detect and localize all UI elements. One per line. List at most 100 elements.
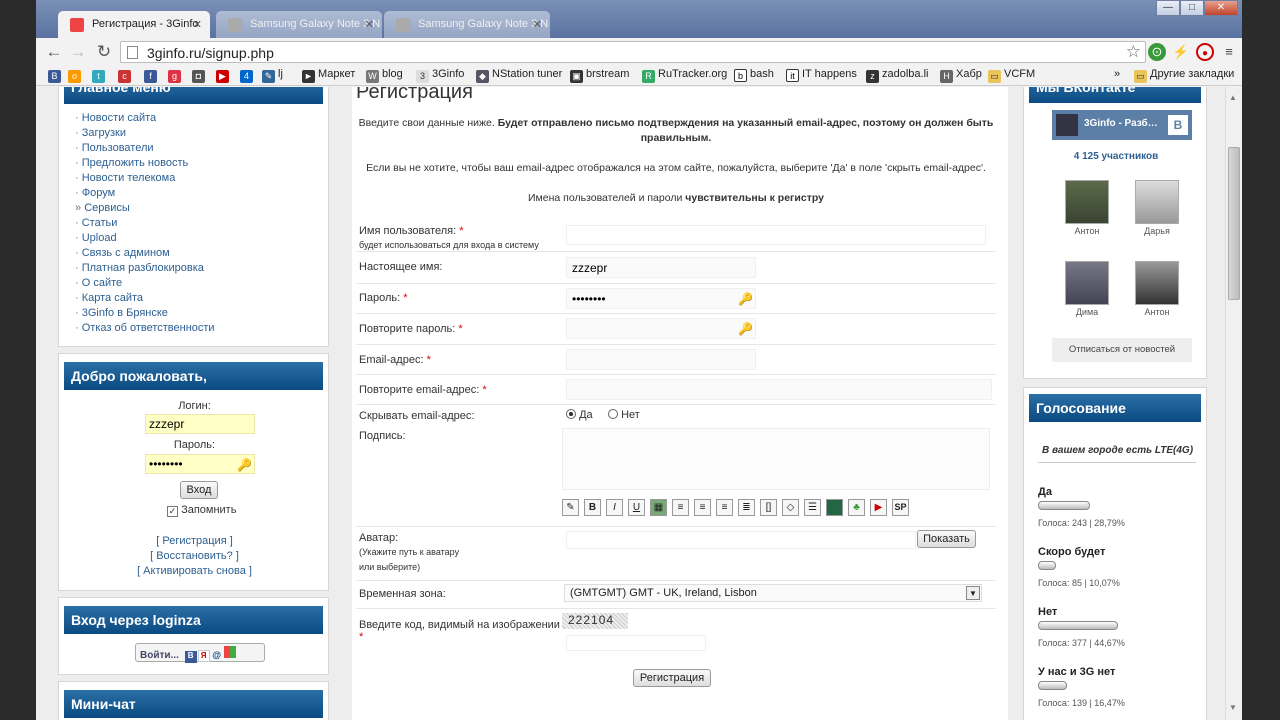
justify-icon[interactable]: ≣ xyxy=(738,499,755,516)
tab-samsung-2[interactable]: Samsung Galaxy Note 3 N ✕ xyxy=(384,11,550,38)
unsubscribe-button[interactable]: Отписаться от новостей xyxy=(1052,338,1192,362)
avatar[interactable] xyxy=(1135,180,1179,224)
bookmark-icon-youtube[interactable]: ▶ xyxy=(216,68,232,83)
signature-textarea[interactable] xyxy=(562,428,990,490)
align-right-icon[interactable]: ≡ xyxy=(716,499,733,516)
bookmark-icon-facebook[interactable]: f xyxy=(144,68,160,83)
password-input[interactable]: •••••••• 🔑 xyxy=(566,288,756,309)
menu-item[interactable]: » Сервисы xyxy=(75,201,215,216)
scrollbar-thumb[interactable] xyxy=(1228,147,1240,300)
close-icon[interactable]: ✕ xyxy=(193,18,202,31)
activate-link[interactable]: [ Активировать снова ] xyxy=(59,565,330,577)
username-input[interactable] xyxy=(566,225,986,245)
bookmarks-overflow[interactable]: » xyxy=(1114,68,1120,80)
menu-item[interactable]: · Пользователи xyxy=(75,141,215,156)
timezone-select[interactable]: (GMTGMT) GMT - UK, Ireland, Lisbon ▼ xyxy=(564,584,982,602)
bookmark-icon-b[interactable]: B xyxy=(48,68,64,83)
scroll-down-icon[interactable]: ▼ xyxy=(1229,703,1237,712)
member-name[interactable]: Антон xyxy=(1057,226,1117,236)
code-icon[interactable]: [] xyxy=(760,499,777,516)
menu-item[interactable]: · Связь с админом xyxy=(75,246,215,261)
bookmark-rutracker[interactable]: R RuTracker.org xyxy=(642,68,727,83)
member-name[interactable]: Антон xyxy=(1127,307,1187,317)
address-bar[interactable]: 3ginfo.ru/signup.php ☆ xyxy=(120,41,1146,63)
vk-group-banner[interactable]: 3Ginfo - Разб… В xyxy=(1052,110,1192,140)
loginza-button[interactable]: Войти... В Я @ xyxy=(135,643,265,663)
forward-icon[interactable]: → xyxy=(68,42,88,62)
bookmark-icon-ok[interactable]: o xyxy=(68,68,84,83)
close-icon[interactable]: ✕ xyxy=(365,18,374,31)
extension-green-icon[interactable]: ⊙ xyxy=(1148,43,1166,61)
realname-input[interactable]: zzzepr xyxy=(566,257,756,278)
menu-item[interactable]: · Новости сайта xyxy=(75,111,215,126)
bold-icon[interactable]: B xyxy=(584,499,601,516)
other-bookmarks[interactable]: ▭ Другие закладки xyxy=(1134,68,1234,83)
youtube-icon[interactable]: ▶ xyxy=(870,499,887,516)
login-input[interactable]: zzzepr xyxy=(145,414,255,434)
avatar-input[interactable] xyxy=(566,531,916,549)
back-icon[interactable]: ← xyxy=(44,42,64,62)
bookmark-ithappens[interactable]: it IT happens xyxy=(786,68,857,82)
bookmark-vcfm[interactable]: ▭ VCFM xyxy=(988,68,1035,83)
tab-samsung-1[interactable]: Samsung Galaxy Note 3 N ✕ xyxy=(216,11,382,38)
bookmark-icon-4[interactable]: 4 xyxy=(240,68,256,83)
restore-link[interactable]: [ Восстановить? ] xyxy=(59,550,330,562)
register-submit-button[interactable]: Регистрация xyxy=(633,669,711,687)
quote-icon[interactable]: ◇ xyxy=(782,499,799,516)
align-center-icon[interactable]: ≡ xyxy=(672,499,689,516)
color-icon[interactable] xyxy=(826,499,843,516)
remember-checkbox[interactable]: ✓ Запомнить xyxy=(167,504,236,517)
image-icon[interactable]: ▦ xyxy=(650,499,667,516)
captcha-input[interactable] xyxy=(566,635,706,651)
menu-item[interactable]: · 3Ginfo в Брянске xyxy=(75,306,215,321)
tab-registration[interactable]: Регистрация - 3Ginfo ✕ xyxy=(58,11,210,38)
avatar[interactable] xyxy=(1065,261,1109,305)
menu-item[interactable]: · Платная разблокировка xyxy=(75,261,215,276)
bookmark-icon-twitter[interactable]: t xyxy=(92,68,108,83)
align-left-icon[interactable]: ≡ xyxy=(694,499,711,516)
menu-item[interactable]: · Отказ об ответственности xyxy=(75,321,215,336)
bookmark-icon-gplus[interactable]: g xyxy=(168,68,184,83)
register-link[interactable]: [ Регистрация ] xyxy=(59,535,330,547)
adblock-icon[interactable]: ● xyxy=(1196,43,1214,61)
italic-icon[interactable]: I xyxy=(606,499,623,516)
menu-item[interactable]: · Новости телекома xyxy=(75,171,215,186)
scroll-up-icon[interactable]: ▲ xyxy=(1229,93,1237,102)
menu-item[interactable]: · Форум xyxy=(75,186,215,201)
password-input[interactable]: •••••••• 🔑 xyxy=(145,454,255,474)
password2-input[interactable]: 🔑 xyxy=(566,318,756,339)
list-icon[interactable]: ☰ xyxy=(804,499,821,516)
email-input[interactable] xyxy=(566,349,756,370)
bookmark-icon-cs[interactable]: c xyxy=(118,68,134,83)
menu-item[interactable]: · Статьи xyxy=(75,216,215,231)
member-name[interactable]: Дима xyxy=(1057,307,1117,317)
tree-icon[interactable]: ♣ xyxy=(848,499,865,516)
star-icon[interactable]: ☆ xyxy=(1126,42,1141,62)
show-avatar-button[interactable]: Показать xyxy=(917,530,976,548)
bookmark-bash[interactable]: b bash xyxy=(734,68,774,82)
bookmark-zadolba[interactable]: z zadolba.li xyxy=(866,68,928,83)
member-name[interactable]: Дарья xyxy=(1127,226,1187,236)
login-button[interactable]: Вход xyxy=(180,481,218,499)
menu-item[interactable]: · Upload xyxy=(75,231,215,246)
bookmark-market[interactable]: ► Маркет xyxy=(302,68,355,83)
spoiler-icon[interactable]: SP xyxy=(892,499,909,516)
bookmark-lj[interactable]: ✎ lj xyxy=(262,68,283,83)
bookmark-nstation[interactable]: ◆ NStation tuner xyxy=(476,68,562,83)
bookmark-icon-instagram[interactable]: ◘ xyxy=(192,68,208,83)
bookmark-blog[interactable]: Wblog xyxy=(366,68,403,83)
avatar[interactable] xyxy=(1135,261,1179,305)
hide-email-yes[interactable]: Да xyxy=(566,409,593,421)
email2-input[interactable] xyxy=(566,379,992,400)
bookmark-3ginfo[interactable]: 3 3Ginfo xyxy=(416,68,464,83)
reload-icon[interactable]: ↻ xyxy=(94,42,114,62)
minimize-button[interactable]: — xyxy=(1156,0,1180,16)
close-icon[interactable]: ✕ xyxy=(533,18,542,31)
scrollbar[interactable]: ▲ ▼ xyxy=(1225,87,1242,720)
close-window-button[interactable]: ✕ xyxy=(1204,0,1238,16)
menu-icon[interactable]: ≡ xyxy=(1220,43,1238,61)
menu-item[interactable]: · Карта сайта xyxy=(75,291,215,306)
maximize-button[interactable]: □ xyxy=(1180,0,1204,16)
avatar[interactable] xyxy=(1065,180,1109,224)
menu-item[interactable]: · Загрузки xyxy=(75,126,215,141)
